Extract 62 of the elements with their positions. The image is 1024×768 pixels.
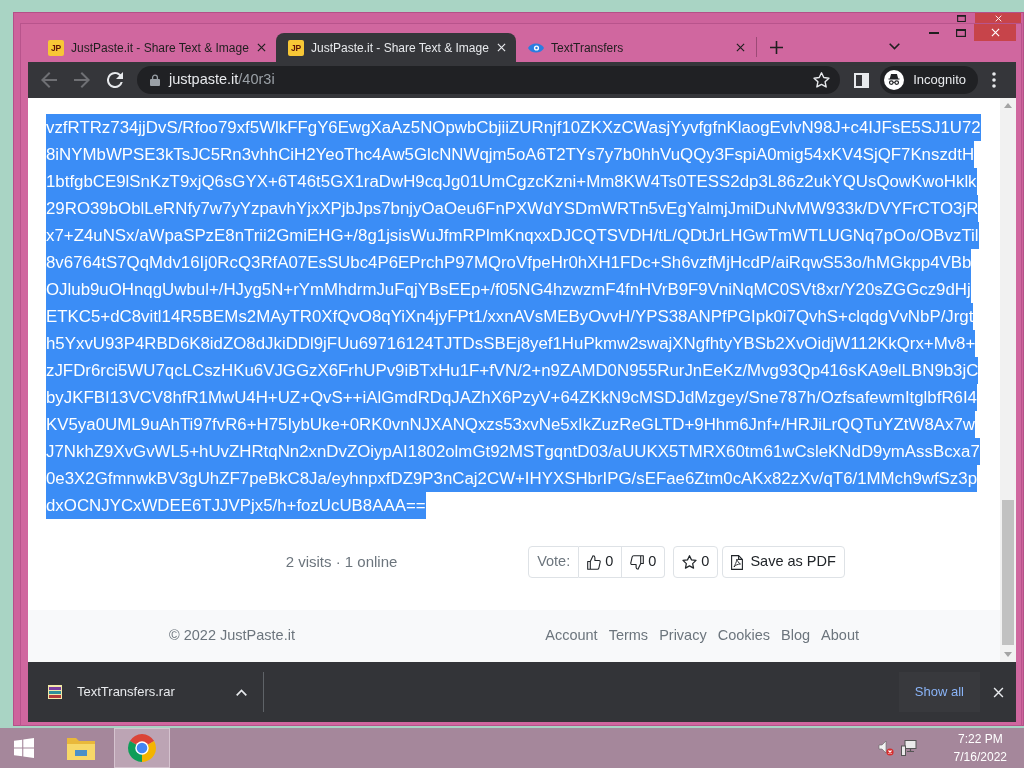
thumbs-up-button[interactable]: 0 [579,546,623,578]
close-icon [992,686,1004,698]
taskbar-app-button[interactable] [114,728,170,768]
footer-link[interactable]: Terms [608,625,649,647]
reload-icon [107,72,123,88]
scrollbar-thumb[interactable] [1002,500,1014,645]
star-icon [813,72,831,88]
thumbs-down-icon [630,554,645,570]
close-icon [994,15,1002,22]
browser-tab[interactable]: JP JustPaste.it - Share Text & Image [276,33,516,62]
visit-stats: 2 visits · 1 online [285,551,398,572]
back-arrow-icon [41,72,57,88]
minimize-icon [928,31,939,34]
side-panel-icon [853,72,869,88]
favorite-button[interactable]: 0 [673,546,719,578]
footer-link[interactable]: Blog [781,625,811,647]
menu-dots-icon [992,72,996,88]
site-logo: JP [48,39,64,56]
save-pdf-button[interactable]: Save as PDF [722,546,845,578]
bookmark-button[interactable] [813,72,831,88]
folder-icon [66,735,96,761]
browser-logo-icon [128,734,156,762]
browser-tab[interactable]: JP JustPaste.it - Share Text & Image [36,33,276,62]
eye-logo-icon [528,41,544,54]
star-icon [682,555,698,569]
site-logo: JP [288,39,304,56]
scroll-up-icon [1004,103,1012,108]
maximize-icon [957,15,966,22]
maximize-icon [955,28,966,37]
chevron-down-icon [888,42,900,50]
clock-date: 7/16/2022 [953,749,1007,766]
footer-link[interactable]: Cookies [717,625,771,647]
vote-label: Vote: [528,546,580,578]
footer-link[interactable]: About [821,625,859,647]
footer-link[interactable]: Account [545,625,598,647]
start-icon [14,738,34,758]
caret-up-icon [236,688,247,696]
lock-icon [150,74,160,86]
thumbs-down-button[interactable]: 0 [622,546,666,578]
plus-icon [769,40,783,54]
archive-file-icon [48,685,62,699]
scroll-down-icon [1004,652,1012,657]
close-icon [257,43,267,52]
copyright-text: © 2022 JustPaste.it [169,626,295,646]
url-text: justpaste.it/40r3i [169,70,275,90]
incognito-profile-button[interactable]: Incognito [880,66,978,94]
close-icon [735,43,745,52]
close-icon [990,28,1000,37]
clock-time: 7:22 PM [956,731,1004,748]
network-icon [900,740,917,756]
pdf-file-icon [731,554,744,570]
address-bar[interactable]: justpaste.it/40r3i [137,66,841,94]
thumbs-up-icon [587,554,602,570]
footer-link[interactable]: Privacy [659,625,707,647]
browser-tab[interactable]: TextTransfers [516,33,756,62]
forward-arrow-icon [74,72,90,88]
download-file-name[interactable]: TextTransfers.rar [77,682,175,702]
muted-speaker-icon [877,740,894,756]
close-icon [497,43,507,52]
incognito-icon [884,70,905,90]
download-options-button[interactable] [236,688,247,696]
show-all-button[interactable]: Show all [898,672,980,712]
